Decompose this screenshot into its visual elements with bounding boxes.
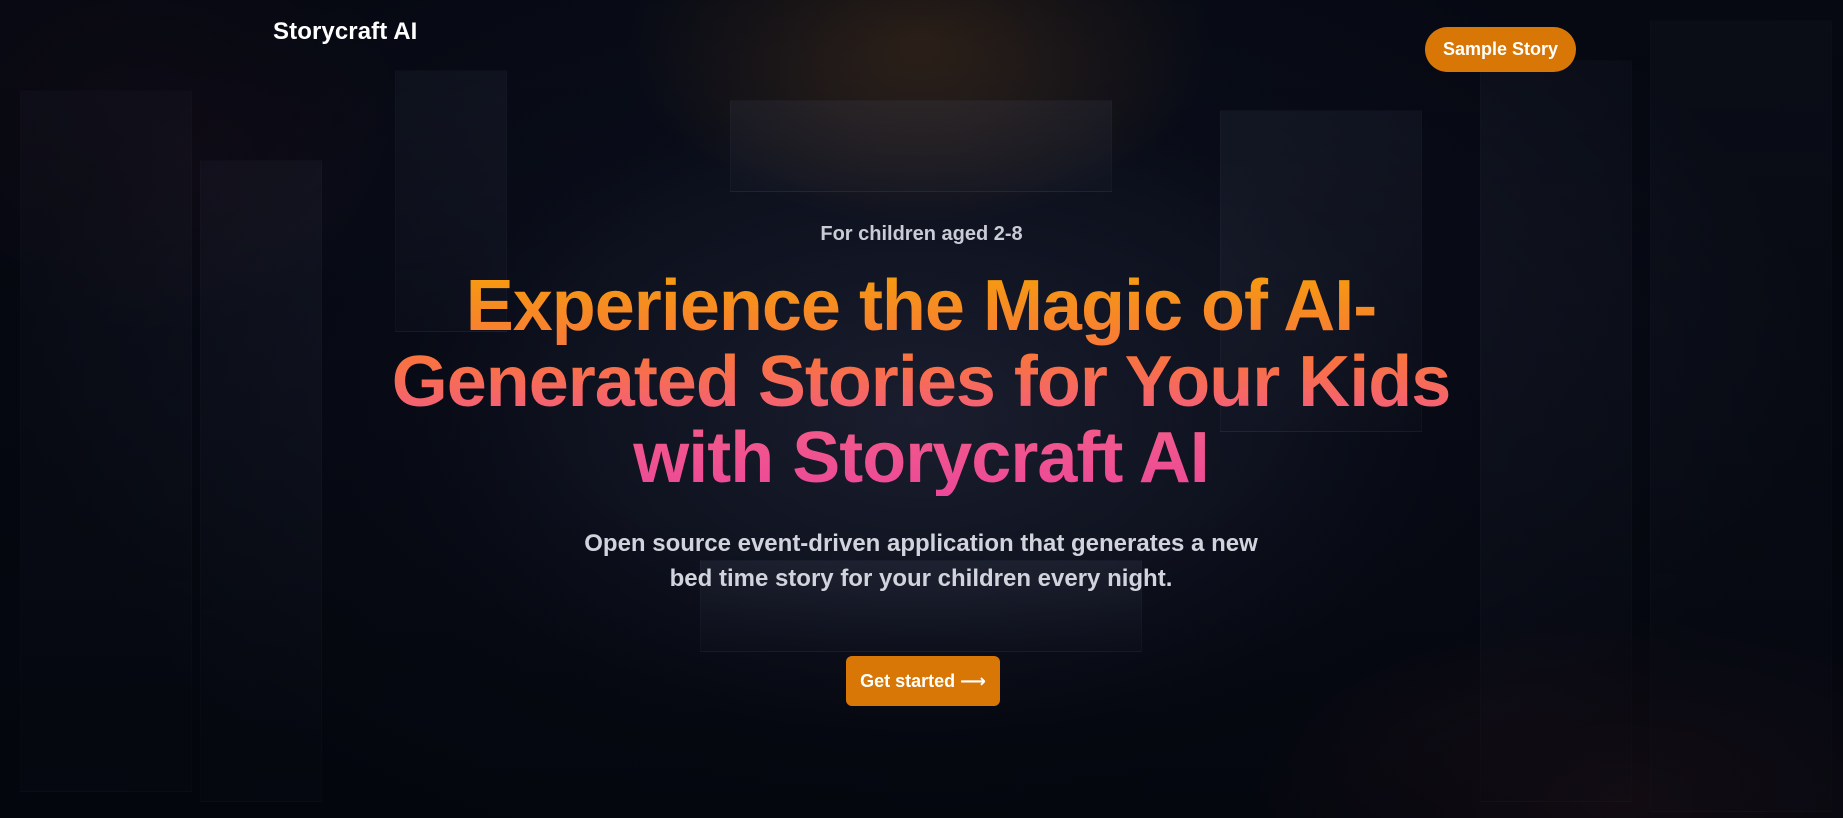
hero-subtitle: Open source event-driven application tha… [521, 526, 1321, 596]
subtitle-line: Open source event-driven application tha… [584, 530, 1258, 557]
headline-line: with Storycraft AI [633, 418, 1209, 498]
hero-headline: Experience the Magic of AI- Generated St… [321, 268, 1521, 496]
landing-page: Storycraft AI Sample Story For children … [0, 0, 1843, 818]
headline-line: Experience the Magic of AI- [465, 266, 1377, 346]
brand-logo[interactable]: Storycraft AI [273, 18, 417, 46]
audience-eyebrow: For children aged 2-8 [820, 223, 1023, 245]
headline-line: Generated Stories for Your Kids [391, 342, 1451, 422]
get-started-button[interactable]: Get started ⟶ [846, 656, 1000, 706]
sample-story-button[interactable]: Sample Story [1425, 27, 1577, 72]
subtitle-line: bed time story for your children every n… [669, 565, 1173, 592]
